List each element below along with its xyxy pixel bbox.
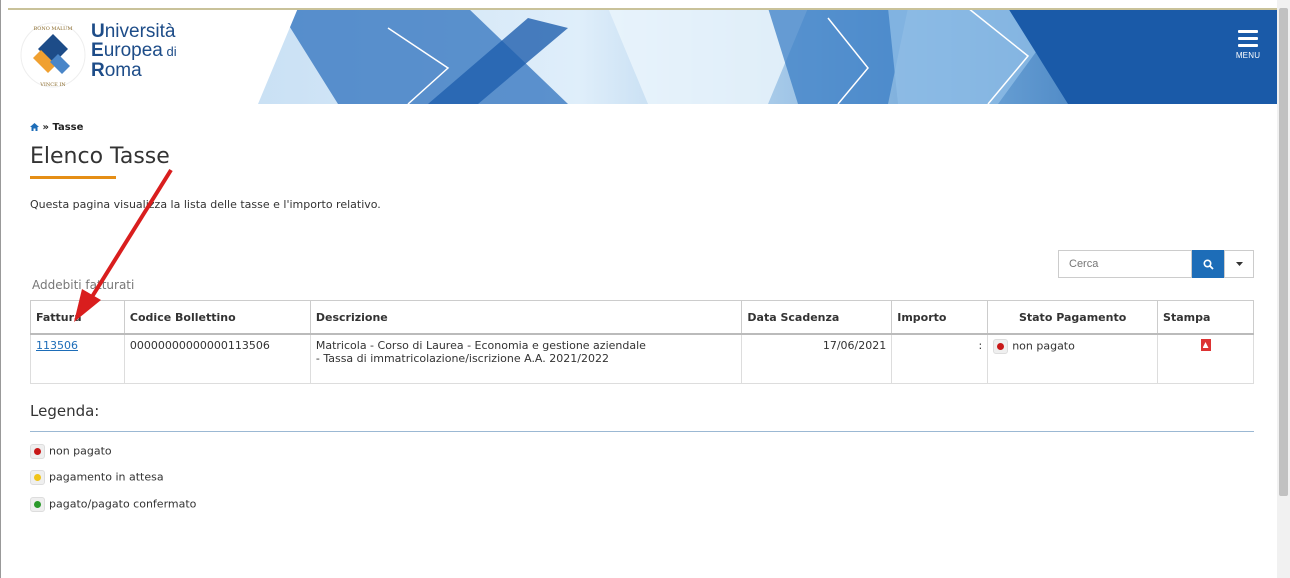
legend-label: pagato/pagato confermato	[49, 497, 197, 511]
legend-divider	[30, 431, 1254, 432]
col-header-descrizione[interactable]: Descrizione	[309, 300, 743, 335]
legend-item-pagato: pagato/pagato confermato	[30, 497, 196, 512]
cell-codice: 00000000000000113506	[123, 333, 311, 384]
legend-title: Legenda:	[30, 402, 100, 420]
col-header-fattura[interactable]: Fattura	[30, 300, 125, 335]
descrizione-line-1: Matricola - Corso di Laurea - Economia e…	[315, 339, 646, 352]
page-scrollbar[interactable]	[1277, 0, 1290, 578]
col-header-stampa: Stampa	[1157, 300, 1254, 335]
tasse-table: Fattura Codice Bollettino Descrizione Da…	[30, 300, 1254, 384]
svg-text:BONO MALUM: BONO MALUM	[33, 26, 72, 32]
col-header-importo[interactable]: Importo	[891, 300, 989, 335]
stato-label: non pagato	[1012, 339, 1075, 353]
section-title: Addebiti fatturati	[32, 278, 135, 292]
col-header-codice[interactable]: Codice Bollettino	[123, 300, 311, 335]
cell-importo: :	[891, 333, 989, 384]
legend-item-in-attesa: pagamento in attesa	[30, 470, 164, 485]
hamburger-icon	[1230, 30, 1266, 47]
search-icon	[1202, 258, 1214, 270]
legend-item-non-pagato: non pagato	[30, 444, 112, 459]
breadcrumb-separator: »	[42, 122, 49, 133]
home-icon[interactable]	[30, 123, 39, 131]
page-intro: Questa pagina visualizza la lista delle …	[30, 198, 381, 211]
university-seal-icon: BONO MALUM VINCE IN	[20, 22, 86, 88]
col-header-data-scadenza[interactable]: Data Scadenza	[741, 300, 893, 335]
menu-label: MENU	[1235, 51, 1261, 60]
scrollbar-thumb[interactable]	[1279, 8, 1288, 496]
breadcrumb: » Tasse	[30, 122, 83, 133]
title-underline	[30, 176, 116, 179]
descrizione-line-2: - Tassa di immatricolazione/iscrizione A…	[315, 352, 609, 365]
table-row: 113506 00000000000000113506 Matricola - …	[30, 333, 1254, 384]
col-header-stato[interactable]: Stato Pagamento	[987, 300, 1159, 335]
svg-text:VINCE IN: VINCE IN	[39, 82, 66, 88]
cell-descrizione: Matricola - Corso di Laurea - Economia e…	[309, 333, 743, 384]
search-button[interactable]	[1192, 250, 1224, 278]
page-title: Elenco Tasse	[30, 144, 170, 169]
legend-label: pagamento in attesa	[49, 470, 164, 484]
breadcrumb-current: Tasse	[52, 122, 84, 133]
fattura-link[interactable]: 113506	[36, 339, 78, 352]
status-yellow-icon	[30, 470, 45, 485]
site-header: BONO MALUM VINCE IN Università Europea d…	[8, 8, 1278, 104]
pdf-icon[interactable]	[1200, 339, 1211, 351]
search-input[interactable]	[1058, 250, 1192, 278]
search-group	[1058, 250, 1254, 278]
cell-data-scadenza: 17/06/2021	[741, 333, 893, 384]
cell-fattura: 113506	[30, 333, 125, 384]
caret-down-icon	[1235, 262, 1243, 266]
status-red-icon	[30, 444, 45, 459]
table-header-row: Fattura Codice Bollettino Descrizione Da…	[30, 300, 1254, 335]
university-logo[interactable]: BONO MALUM VINCE IN Università Europea d…	[8, 8, 288, 104]
menu-button[interactable]: MENU	[1230, 26, 1266, 76]
cell-stampa	[1157, 333, 1254, 384]
legend-label: non pagato	[49, 444, 112, 458]
search-options-button[interactable]	[1224, 250, 1254, 278]
status-red-icon	[993, 339, 1009, 354]
university-name: Università Europea di Roma	[91, 21, 177, 81]
status-green-icon	[30, 497, 45, 512]
cell-stato: non pagato	[987, 333, 1159, 384]
